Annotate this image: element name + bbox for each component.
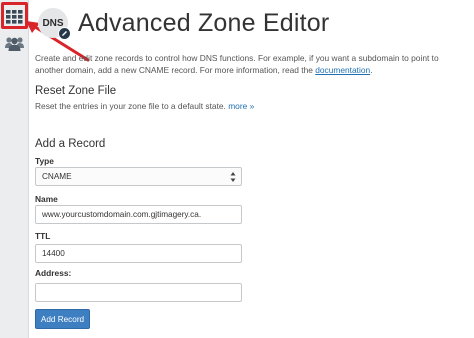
page-header: DNS Advanced Zone Editor bbox=[38, 6, 329, 40]
type-select[interactable]: CNAME bbox=[35, 167, 242, 186]
reset-zone-text: Reset the entries in your zone file to a… bbox=[35, 101, 254, 111]
add-record-button[interactable]: Add Record bbox=[35, 309, 90, 329]
name-label: Name bbox=[35, 194, 58, 204]
address-label: Address: bbox=[35, 268, 72, 278]
description-end: . bbox=[370, 65, 373, 75]
documentation-link[interactable]: documentation bbox=[315, 65, 370, 75]
ttl-input-value: 14400 bbox=[42, 249, 65, 258]
reset-zone-heading: Reset Zone File bbox=[35, 85, 117, 97]
select-arrows-icon bbox=[230, 172, 236, 182]
ttl-label: TTL bbox=[35, 231, 51, 241]
edit-badge-icon bbox=[58, 27, 71, 40]
reset-description: Reset the entries in your zone file to a… bbox=[35, 101, 226, 111]
dns-icon: DNS bbox=[38, 8, 71, 40]
name-input-value: www.yourcustomdomain.com.gjtimagery.ca. bbox=[42, 210, 202, 219]
description-text: Create and edit zone records to control … bbox=[35, 53, 439, 75]
name-input[interactable]: www.yourcustomdomain.com.gjtimagery.ca. bbox=[35, 205, 242, 224]
page-title: Advanced Zone Editor bbox=[78, 8, 330, 37]
type-select-value: CNAME bbox=[42, 172, 72, 181]
ttl-input[interactable]: 14400 bbox=[35, 244, 242, 263]
address-input[interactable] bbox=[35, 283, 242, 302]
page-description: Create and edit zone records to control … bbox=[35, 52, 465, 76]
add-record-heading: Add a Record bbox=[35, 138, 106, 150]
type-label: Type bbox=[35, 156, 54, 166]
reset-more-link[interactable]: more » bbox=[228, 101, 254, 111]
